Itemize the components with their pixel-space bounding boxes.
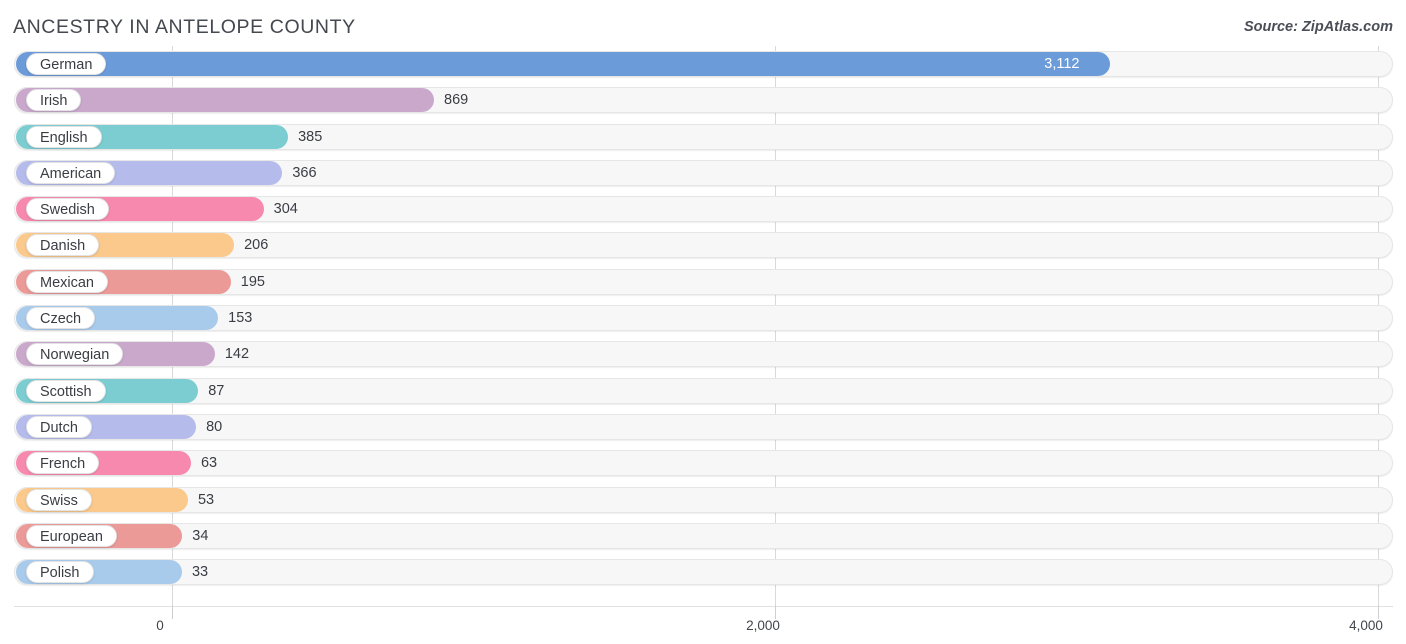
source-attribution: Source: ZipAtlas.com — [1243, 19, 1393, 35]
bar-label-czech: Czech — [26, 307, 96, 330]
bar-label-english: English — [26, 125, 102, 148]
bar-label-european: European — [26, 524, 117, 547]
bar-row: European 34 — [0, 518, 1406, 554]
bar-row: Swiss 53 — [0, 482, 1406, 518]
axis-line — [14, 606, 1393, 607]
bar-value-danish: 206 — [244, 237, 269, 254]
bar-row: German 3,112 — [0, 46, 1406, 82]
bar-row: Norwegian 142 — [0, 336, 1406, 372]
bar-row: Mexican 195 — [0, 264, 1406, 300]
bar-track — [14, 450, 1393, 477]
axis-tick-label-0: 0 — [156, 618, 164, 633]
bar-track — [14, 559, 1393, 586]
bar-row: Irish 869 — [0, 82, 1406, 118]
bar-value-polish: 33 — [191, 564, 209, 581]
bar-label-norwegian: Norwegian — [26, 343, 124, 366]
bar-value-swedish: 304 — [273, 201, 298, 218]
bar-value-czech: 153 — [228, 310, 253, 327]
axis-tick-label-4000: 4,000 — [1349, 618, 1383, 633]
bar-label-french: French — [26, 452, 100, 475]
bar-label-dutch: Dutch — [26, 415, 92, 438]
bar-value-swiss: 53 — [197, 491, 215, 508]
bar-track — [14, 305, 1393, 332]
bar-label-swiss: Swiss — [26, 488, 92, 511]
bar-label-polish: Polish — [26, 561, 94, 584]
chart-plot-area: German 3,112 Irish 869 English 385 American 366… — [0, 46, 1406, 606]
bar-rows: German 3,112 Irish 869 English 385 American 366… — [0, 46, 1406, 590]
bar-value-scottish: 87 — [208, 382, 225, 399]
axis-tick-label-2000: 2,000 — [746, 618, 780, 633]
bar-row: French 63 — [0, 445, 1406, 481]
bar-row: Polish 33 — [0, 554, 1406, 590]
bar-value-american: 366 — [292, 164, 317, 181]
bar-value-german: 3,112 — [1044, 56, 1080, 72]
bar-value-european: 34 — [192, 527, 209, 544]
bar-row: Swedish 304 — [0, 191, 1406, 227]
bar-german[interactable] — [16, 52, 1111, 76]
bar-track — [14, 522, 1393, 549]
bar-row: Scottish 87 — [0, 373, 1406, 409]
bar-row: Danish 206 — [0, 227, 1406, 263]
bar-value-mexican: 195 — [240, 273, 265, 290]
bar-value-norwegian: 142 — [224, 346, 250, 363]
bar-label-danish: Danish — [26, 234, 100, 257]
bar-row: American 366 — [0, 155, 1406, 191]
bar-label-scottish: Scottish — [26, 379, 106, 402]
page-title: ANCESTRY IN ANTELOPE COUNTY — [13, 16, 356, 38]
bar-label-german: German — [26, 53, 107, 75]
bar-value-irish: 869 — [444, 92, 469, 109]
bar-track — [14, 486, 1393, 513]
bar-row: Czech 153 — [0, 300, 1406, 336]
bar-track — [14, 341, 1393, 368]
bar-label-irish: Irish — [26, 89, 82, 112]
bar-value-english: 385 — [298, 128, 323, 145]
bar-row: Dutch 80 — [0, 409, 1406, 445]
axis-tick-mark — [172, 606, 173, 619]
bar-label-mexican: Mexican — [26, 270, 108, 293]
bar-label-swedish: Swedish — [26, 198, 109, 221]
bar-value-dutch: 80 — [206, 418, 223, 435]
bar-label-american: American — [26, 161, 116, 184]
bar-value-french: 63 — [200, 455, 218, 472]
x-axis: 0 2,000 4,000 — [0, 606, 1406, 644]
bar-row: English 385 — [0, 119, 1406, 155]
